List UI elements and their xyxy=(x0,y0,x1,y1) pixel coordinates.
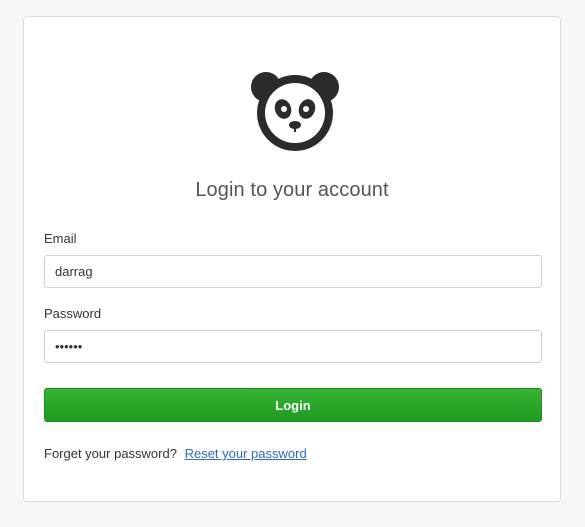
email-field[interactable] xyxy=(44,255,542,288)
login-card: Login to your account Email Password Log… xyxy=(23,16,561,502)
reset-password-link[interactable]: Reset your password xyxy=(185,446,307,461)
forgot-password-row: Forget your password? Reset your passwor… xyxy=(44,446,307,461)
page-title: Login to your account xyxy=(195,179,389,201)
panda-icon xyxy=(250,69,340,153)
forgot-password-text: Forget your password? xyxy=(44,446,177,461)
password-field[interactable] xyxy=(44,330,542,363)
password-label: Password xyxy=(44,306,102,321)
login-button[interactable]: Login xyxy=(44,388,542,422)
email-label: Email xyxy=(44,231,77,246)
